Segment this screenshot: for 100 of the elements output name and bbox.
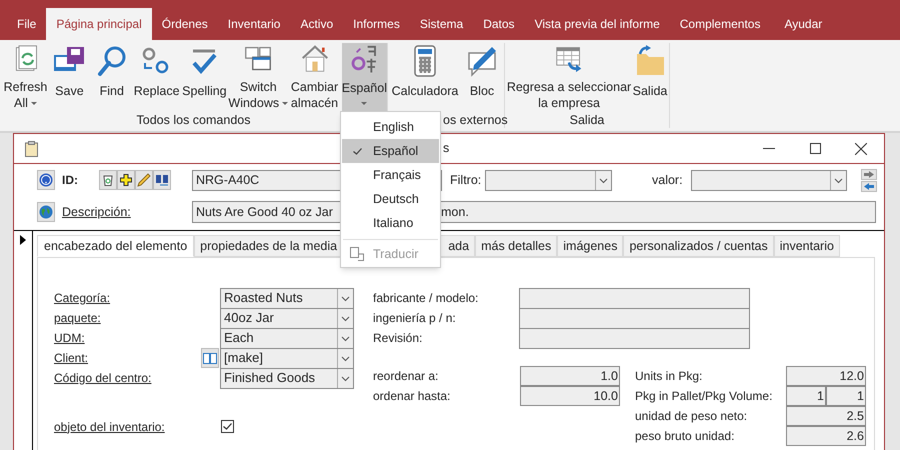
tab[interactable]: imágenes	[557, 235, 624, 257]
filter-label: Filtro:	[450, 172, 482, 189]
ribbon-button[interactable]: Cambiar almacén	[289, 43, 340, 111]
group-label: Salida	[568, 112, 606, 128]
checkmark-icon	[353, 148, 362, 154]
number-field[interactable]: 1	[786, 386, 826, 406]
field-label: objeto del inventario:	[54, 418, 166, 436]
search-icon	[96, 45, 128, 77]
ribbon-button[interactable]: Español	[342, 43, 387, 111]
folder-arrow-icon	[634, 45, 666, 77]
number-field[interactable]: 12.0	[786, 366, 866, 386]
tab[interactable]: encabezado del elemento	[37, 235, 194, 257]
menu-tab[interactable]: File	[7, 8, 46, 40]
value-label: valor:	[652, 172, 684, 189]
menu-tab[interactable]: Sistema	[410, 8, 474, 40]
text-field[interactable]	[519, 288, 750, 309]
menu-tab[interactable]: Página principal	[46, 8, 152, 40]
caret-icon	[30, 102, 37, 104]
ribbon-button[interactable]: Refresh All	[4, 43, 47, 111]
dropdown-field[interactable]: 40oz Jar	[220, 308, 354, 328]
chevron-icon	[340, 354, 351, 362]
field-label: Código del centro:	[54, 370, 152, 387]
clipboard-icon	[25, 140, 38, 156]
field-label: Pkg in Pallet/Pkg Volume:	[635, 388, 774, 405]
field-label: UDM:	[54, 330, 86, 347]
field-label: reordenar a:	[373, 368, 440, 385]
text-field[interactable]	[519, 328, 750, 349]
chevron-icon	[340, 294, 351, 302]
ribbon-button[interactable]: Save	[49, 43, 90, 111]
tab[interactable]: inventario	[774, 235, 840, 257]
field-label: Categoría:	[54, 290, 112, 307]
ribbon-button[interactable]: Spelling	[182, 43, 228, 111]
menu-item[interactable]: English	[342, 115, 439, 139]
ribbon-button[interactable]: Find	[92, 43, 132, 111]
close-icon	[855, 142, 867, 154]
chevron-icon	[833, 176, 844, 184]
number-field[interactable]: 1	[826, 386, 866, 406]
field-label: fabricante / modelo:	[373, 290, 480, 307]
menu-tab[interactable]: Complementos	[670, 8, 770, 40]
caret-icon	[282, 102, 288, 104]
window-title: s	[443, 140, 450, 158]
ribbon-button[interactable]: Replace	[134, 43, 180, 111]
id-label: ID:	[62, 172, 79, 189]
menu-tab[interactable]: Informes	[343, 8, 410, 40]
translate-icon	[350, 247, 364, 261]
delete-button[interactable]	[99, 170, 117, 190]
help-button[interactable]	[37, 170, 55, 190]
dropdown-field[interactable]: Finished Goods	[220, 368, 354, 388]
filter-dropdown[interactable]	[485, 170, 612, 190]
ribbon-button[interactable]: Salida	[631, 43, 669, 111]
menu-tab[interactable]: Vista previa del informe	[524, 8, 670, 40]
previous-button[interactable]	[861, 180, 877, 192]
number-field[interactable]: 10.0	[520, 386, 620, 406]
checkbox[interactable]	[221, 420, 234, 433]
field-label: Units in Pkg:	[635, 368, 704, 385]
maximize-icon	[810, 143, 820, 154]
left-arrow-icon	[864, 182, 874, 190]
tab[interactable]: más detalles	[475, 235, 558, 257]
help-icon	[39, 173, 53, 187]
chevron-icon	[340, 314, 351, 322]
dropdown-field[interactable]: Roasted Nuts	[220, 288, 354, 308]
field-label: paquete:	[54, 310, 102, 327]
ribbon-button[interactable]: Switch Windows	[229, 43, 288, 111]
number-field[interactable]: 2.5	[786, 406, 866, 426]
menu-tab[interactable]: Datos	[473, 8, 525, 40]
field-label: peso bruto unidad:	[635, 428, 736, 445]
right-arrow-icon	[864, 170, 874, 178]
text-field[interactable]	[519, 308, 750, 329]
edit-button[interactable]	[135, 170, 153, 190]
plus-icon	[120, 174, 132, 186]
field-label: Revisión:	[373, 330, 424, 347]
chevron-icon	[340, 334, 351, 342]
ribbon-button[interactable]: Regresa a seleccionar la empresa	[509, 43, 629, 111]
next-button[interactable]	[861, 168, 877, 180]
chevron-icon	[598, 176, 609, 184]
field-label: unidad de peso neto:	[635, 408, 748, 425]
number-field[interactable]: 1.0	[520, 366, 620, 386]
trash-icon	[103, 174, 113, 186]
menu-item[interactable]: Español	[342, 139, 439, 163]
menu-tab[interactable]: Activo	[290, 8, 344, 40]
menu-tab[interactable]: Órdenes	[152, 8, 218, 40]
dropdown-field[interactable]: [make]	[220, 348, 354, 368]
value-dropdown[interactable]	[691, 170, 847, 190]
globe-icon	[39, 205, 53, 219]
chevron-icon	[340, 374, 351, 382]
ribbon-button[interactable]: Calculadora	[392, 43, 458, 111]
dropdown-field[interactable]: Each	[220, 328, 354, 348]
lookup-button[interactable]	[201, 348, 219, 368]
add-button[interactable]	[117, 170, 135, 190]
menu-tab[interactable]: Ayudar	[774, 8, 832, 40]
find-button[interactable]	[153, 170, 171, 190]
menu-tab[interactable]: Inventario	[218, 8, 290, 40]
tab[interactable]: personalizados / cuentas	[623, 235, 774, 257]
caret-icon	[361, 102, 368, 106]
globe-button[interactable]	[37, 202, 55, 222]
record-pointer-icon	[20, 235, 26, 245]
book-icon	[203, 352, 217, 364]
number-field[interactable]: 2.6	[786, 426, 866, 446]
ribbon-button[interactable]: Bloc	[460, 43, 504, 111]
field-label: Client:	[54, 350, 90, 367]
